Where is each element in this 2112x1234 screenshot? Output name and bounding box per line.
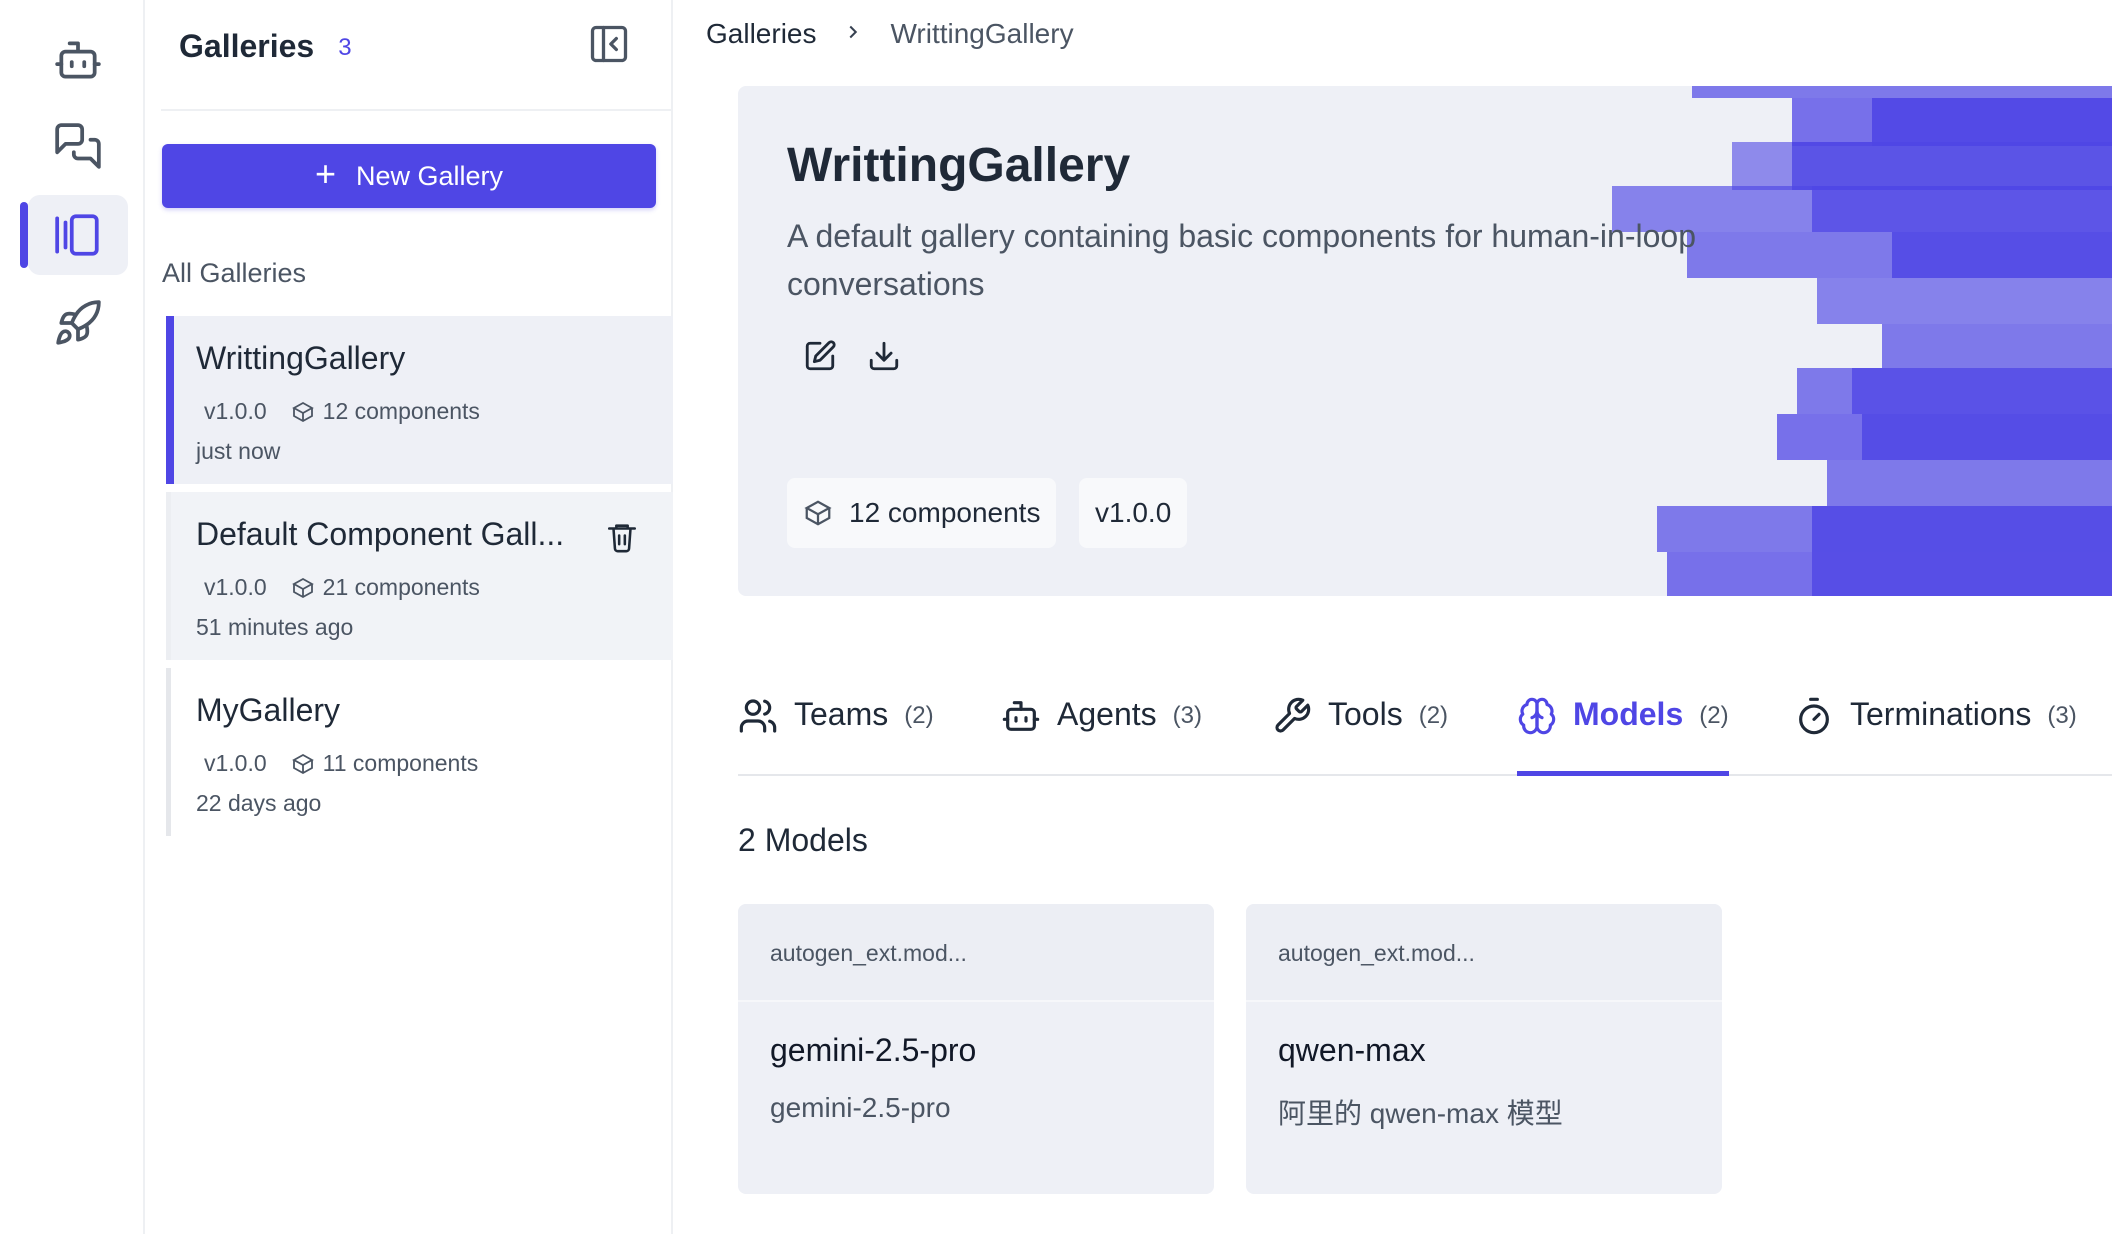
brain-icon	[1518, 697, 1556, 735]
tab-count: (3)	[2047, 702, 2077, 729]
model-card-gemini[interactable]: autogen_ext.mod... gemini-2.5-pro gemini…	[738, 904, 1214, 1194]
gallery-item-mygallery[interactable]: MyGallery v1.0.0 11 components 22 days a…	[166, 668, 673, 836]
tab-tools[interactable]: Tools (2)	[1272, 696, 1448, 776]
gallery-updated: 22 days ago	[196, 790, 322, 816]
tab-label: Teams	[794, 696, 889, 732]
gallery-actions	[800, 336, 928, 376]
rail-active-indicator	[20, 202, 28, 268]
components-chip-label: 12 components	[849, 497, 1041, 528]
model-name: gemini-2.5-pro	[770, 1032, 977, 1068]
component-tabs: Teams (2) Agents (3) Tools (2) Models (2…	[738, 676, 2112, 776]
bot-icon	[55, 41, 101, 79]
gallery-meta: v1.0.0 11 components	[204, 750, 478, 777]
sidebar-title: Galleries	[179, 27, 315, 64]
rail-item-agents[interactable]	[28, 20, 128, 100]
components-chip: 12 components	[787, 478, 1057, 548]
bot-icon	[1002, 701, 1040, 731]
tab-agents[interactable]: Agents (3)	[1001, 696, 1202, 776]
edit-icon	[805, 340, 836, 371]
pixel-banner-decoration	[1612, 86, 2112, 596]
gallery-components: 11 components	[322, 750, 479, 776]
gallery-updated: 51 minutes ago	[196, 614, 354, 640]
section-title: 2 Models	[738, 822, 868, 858]
tab-count: (2)	[904, 702, 934, 729]
chevron-right-icon	[842, 18, 864, 50]
timer-icon	[1799, 697, 1829, 735]
delete-gallery-button[interactable]	[605, 520, 641, 556]
chat-icon	[55, 123, 101, 169]
gallery-count-badge: 3	[338, 34, 352, 61]
rail-item-chat[interactable]	[28, 106, 128, 186]
tab-teams[interactable]: Teams (2)	[738, 696, 934, 776]
gallery-title: WrittingGallery	[787, 139, 1131, 192]
tab-count: (2)	[1699, 702, 1729, 729]
version-chip-label: v1.0.0	[1095, 497, 1172, 528]
breadcrumb: Galleries WrittingGallery	[706, 14, 1074, 54]
model-name: qwen-max	[1278, 1032, 1426, 1068]
tab-label: Agents	[1057, 696, 1157, 732]
new-gallery-button[interactable]: + New Gallery	[162, 144, 656, 208]
gallery-item-default[interactable]: Default Component Gall... v1.0.0 21 comp…	[166, 492, 673, 660]
gallery-icon	[55, 214, 99, 256]
tab-label: Models	[1573, 696, 1684, 732]
package-icon	[291, 753, 314, 774]
gallery-updated: just now	[196, 438, 281, 464]
model-card-qwen[interactable]: autogen_ext.mod... qwen-max 阿里的 qwen-max…	[1246, 904, 1722, 1194]
rail-item-deploy[interactable]	[28, 283, 128, 363]
tab-terminations[interactable]: Terminations (3)	[1794, 696, 2077, 776]
model-provider: autogen_ext.mod...	[1246, 904, 1722, 1002]
collapse-sidebar-button[interactable]	[581, 16, 637, 72]
gallery-components: 21 components	[322, 574, 480, 600]
tab-count: (3)	[1172, 702, 1202, 729]
breadcrumb-galleries-link[interactable]: Galleries	[706, 18, 816, 50]
all-galleries-label: All Galleries	[162, 258, 307, 288]
tab-label: Tools	[1328, 696, 1403, 732]
gallery-meta: v1.0.0 12 components	[204, 398, 480, 425]
package-icon	[804, 500, 832, 526]
gallery-name: WrittingGallery	[196, 340, 406, 376]
galleries-sidebar: Galleries 3 + New Gallery All Galleries …	[145, 0, 673, 1234]
gallery-description: A default gallery containing basic compo…	[787, 218, 1696, 302]
gallery-version: v1.0.0	[204, 750, 267, 776]
tab-label: Terminations	[1850, 696, 2032, 732]
icon-rail	[0, 0, 145, 1234]
gallery-version: v1.0.0	[204, 398, 267, 424]
version-chip: v1.0.0	[1079, 478, 1188, 548]
wrench-icon	[1275, 697, 1311, 733]
users-icon	[739, 699, 777, 733]
package-icon	[291, 401, 314, 422]
tab-count: (2)	[1418, 702, 1449, 729]
trash-icon	[607, 524, 637, 553]
gallery-name: Default Component Gall...	[196, 516, 565, 552]
model-description: 阿里的 qwen-max 模型	[1278, 1098, 1563, 1129]
gallery-item-writting[interactable]: WrittingGallery v1.0.0 12 components jus…	[166, 316, 673, 484]
breadcrumb-current: WrittingGallery	[890, 18, 1074, 49]
model-provider: autogen_ext.mod...	[738, 904, 1214, 1002]
panel-collapse-icon	[590, 25, 628, 63]
sidebar-divider	[161, 109, 671, 111]
new-gallery-label: New Gallery	[355, 160, 504, 191]
gallery-hero: WrittingGallery A default gallery contai…	[738, 86, 2112, 596]
rocket-icon	[56, 300, 101, 345]
tab-models[interactable]: Models (2)	[1517, 696, 1729, 776]
download-icon	[869, 341, 899, 371]
plus-icon: +	[314, 153, 336, 194]
sidebar-header: Galleries 3	[179, 14, 637, 78]
gallery-components: 12 components	[322, 398, 480, 424]
edit-gallery-button[interactable]	[800, 336, 840, 376]
rail-item-gallery[interactable]	[28, 195, 128, 275]
gallery-name: MyGallery	[196, 692, 341, 728]
gallery-version: v1.0.0	[204, 574, 267, 600]
gallery-meta: v1.0.0 21 components	[204, 574, 480, 601]
download-gallery-button[interactable]	[864, 336, 904, 376]
model-description: gemini-2.5-pro	[770, 1092, 951, 1123]
package-icon	[291, 577, 314, 598]
